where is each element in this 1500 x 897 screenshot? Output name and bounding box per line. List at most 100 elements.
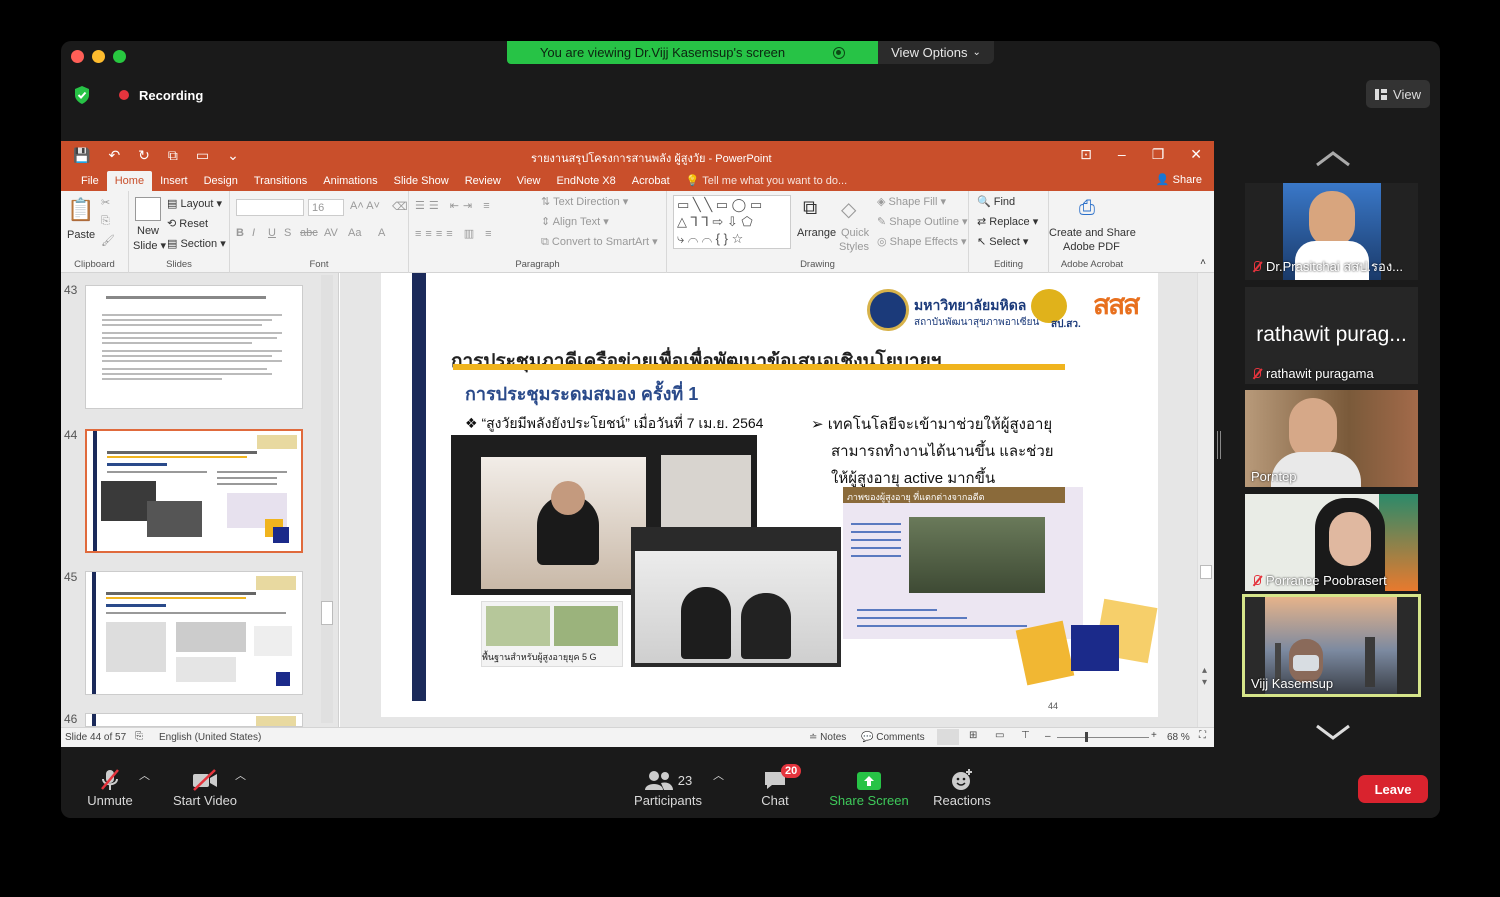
share-screen-button[interactable]: Share Screen [825,767,913,808]
clear-format-icon[interactable]: ⌫ [392,200,408,213]
strikethrough-icon[interactable]: abc [300,227,318,239]
zoom-slider[interactable] [1057,737,1149,738]
zoom-level[interactable]: 68 % [1167,732,1190,743]
participants-options-caret[interactable]: ︿ [713,767,724,783]
font-size-select[interactable]: 16 [308,199,344,216]
tell-me-search[interactable]: 💡 Tell me what you want to do... [678,174,855,191]
slide-thumbnail-selected[interactable] [85,429,303,553]
thumbnails-scroll-thumb[interactable] [321,601,333,625]
gallery-scroll-down-icon[interactable] [1313,722,1353,742]
start-from-beginning-icon[interactable]: ⧉ [168,147,178,164]
language-label[interactable]: English (United States) [159,732,261,743]
participants-button[interactable]: 23 Participants [631,767,705,808]
audio-options-caret[interactable]: ︿ [139,767,150,783]
paste-icon[interactable]: 📋 [67,197,94,223]
reading-view-icon[interactable]: ▭ [995,730,1004,741]
split-resize-handle[interactable] [1217,431,1221,459]
section-button[interactable]: ▤ Section ▾ [167,237,226,250]
tab-review[interactable]: Review [457,175,509,191]
arrange-icon[interactable]: ⧉ [803,197,817,220]
zoom-window-button[interactable] [113,50,126,63]
gallery-scroll-up-icon[interactable] [1313,149,1353,169]
minimize-window-button[interactable] [92,50,105,63]
shape-fill-button[interactable]: ◈ Shape Fill ▾ [877,195,946,208]
slideshow-view-icon[interactable]: ⊤ [1021,730,1030,741]
convert-smartart-button[interactable]: ⧉ Convert to SmartArt ▾ [541,235,658,249]
redo-icon[interactable]: ↻ [138,147,150,164]
create-share-pdf-button[interactable]: Create and Share [1049,227,1136,239]
editor-scrollbar[interactable]: ▴ ▾ [1197,273,1214,727]
shape-effects-button[interactable]: ◎ Shape Effects ▾ [877,235,967,248]
view-button[interactable]: View [1366,80,1430,108]
format-painter-icon[interactable]: 🖌 [101,234,115,247]
find-button[interactable]: 🔍 Find [977,195,1015,208]
unmute-button[interactable]: Unmute [85,767,135,808]
slide-sorter-icon[interactable]: ⊞ [969,730,977,741]
underline-icon[interactable]: U [268,227,276,239]
collapse-ribbon-icon[interactable]: ˄ [1200,257,1206,268]
replace-button[interactable]: ⇄ Replace ▾ [977,215,1038,228]
quick-styles-button-line2[interactable]: Styles [839,241,869,253]
reset-button[interactable]: ⟲ Reset [167,217,208,230]
new-slide-icon[interactable] [135,197,161,221]
close-icon[interactable]: ✕ [1190,146,1202,163]
zoom-slider-thumb[interactable] [1085,732,1088,742]
create-pdf-icon[interactable]: ⎙ [1079,197,1095,220]
security-shield-icon[interactable] [73,85,91,105]
font-family-select[interactable] [236,199,304,216]
slide-thumbnail[interactable] [85,285,303,409]
quick-styles-button[interactable]: Quick [841,227,869,239]
bold-icon[interactable]: B [236,227,244,239]
close-window-button[interactable] [71,50,84,63]
minimize-icon[interactable]: – [1118,146,1126,163]
undo-icon[interactable]: ↶ [108,147,120,164]
paste-button[interactable]: Paste [67,229,95,241]
notes-button[interactable]: ≐ Notes [809,732,846,743]
tab-view[interactable]: View [509,175,549,191]
tab-animations[interactable]: Animations [315,175,385,191]
chat-button[interactable]: 20 Chat [755,764,802,808]
shadow-icon[interactable]: S [284,227,291,239]
restore-icon[interactable]: ❐ [1152,146,1165,163]
layout-button[interactable]: ▤ Layout ▾ [167,197,222,210]
adobe-pdf-label[interactable]: Adobe PDF [1063,241,1120,253]
select-button[interactable]: ↖ Select ▾ [977,235,1028,248]
copy-icon[interactable]: ⎘ [101,215,110,228]
italic-icon[interactable]: I [252,227,255,239]
arrange-button[interactable]: Arrange [797,227,836,239]
slide-thumbnail[interactable] [85,571,303,695]
char-spacing-icon[interactable]: AV [324,227,338,239]
normal-view-icon[interactable] [937,729,959,745]
tab-design[interactable]: Design [196,175,246,191]
tab-file[interactable]: File [73,175,107,191]
change-case-icon[interactable]: Aa [348,227,361,239]
tab-acrobat[interactable]: Acrobat [624,175,678,191]
zoom-out-icon[interactable]: – [1045,731,1051,742]
grow-font-icon[interactable]: A˄ A˅ [350,200,380,212]
tab-slide-show[interactable]: Slide Show [386,175,457,191]
start-video-button[interactable]: Start Video [169,767,241,808]
new-slide-button-line2[interactable]: Slide ▾ [133,239,166,252]
reactions-button[interactable]: Reactions [929,767,995,808]
align-icons[interactable]: ≡≡≡≡ ▥ ≡ [415,227,496,240]
font-color-icon[interactable]: A [378,227,385,239]
share-button[interactable]: 👤 Share [1156,173,1202,186]
layout-icon[interactable]: ▭ [196,147,209,164]
participant-tile[interactable]: Dr.Prasitchai สสป.รอง... [1245,183,1418,280]
align-text-button[interactable]: ⇕ Align Text ▾ [541,215,609,228]
fit-to-window-icon[interactable]: ⛶ [1199,730,1206,741]
save-icon[interactable]: 💾 [73,147,90,164]
shapes-gallery[interactable]: ▭ ╲ ╲ ▭ ◯ ▭ △ ⅂ ⅂ ⇨ ⇩ ⬠ ⤷ ⌒ ⌒ { } ☆ [673,195,791,249]
tab-home[interactable]: Home [106,171,153,191]
spell-check-icon[interactable]: ⎘ [135,731,143,742]
bullets-icon[interactable]: ☰☰ ⇤⇥ ≡ [415,199,494,212]
customize-qat-icon[interactable]: ⌄ [227,147,239,164]
active-speaker-tile[interactable]: Vijj Kasemsup [1242,594,1421,697]
new-slide-button[interactable]: New [137,225,159,237]
tab-insert[interactable]: Insert [152,175,196,191]
ribbon-display-icon[interactable]: ⊡ [1080,146,1092,163]
video-options-caret[interactable]: ︿ [235,767,246,783]
zoom-in-icon[interactable]: + [1151,730,1157,741]
shape-outline-button[interactable]: ✎ Shape Outline ▾ [877,215,968,228]
thumbnails-scrollbar[interactable] [321,275,333,723]
